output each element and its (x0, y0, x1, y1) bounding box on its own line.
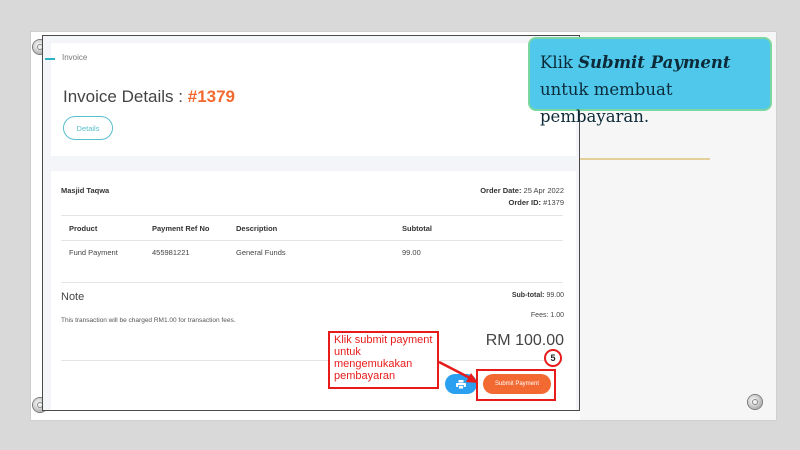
cell-description: General Funds (236, 248, 286, 257)
page-title-prefix: Invoice Details : (63, 87, 188, 106)
divider (61, 282, 563, 283)
cell-product: Fund Payment (69, 248, 118, 257)
column-header-product: Product (69, 224, 98, 233)
divider (61, 360, 563, 361)
invoice-header-card: Invoice Invoice Details : #1379 Details (45, 43, 576, 156)
highlight-box (476, 369, 556, 401)
organization-name: Masjid Taqwa (61, 186, 110, 195)
subtotal-value: 99.00 (546, 292, 564, 299)
order-id: Order ID: #1379 (509, 198, 564, 207)
decorative-line (580, 158, 710, 160)
invoice-screenshot: Invoice Invoice Details : #1379 Details … (42, 35, 580, 411)
order-date-label: Order Date: (480, 186, 522, 195)
tip-prefix: Klik (540, 53, 579, 72)
fees-value: 1.00 (550, 312, 564, 319)
pin-icon (748, 395, 762, 409)
note-text: This transaction will be charged RM1.00 … (61, 317, 236, 324)
breadcrumb-marker (45, 58, 55, 60)
column-header-payment-ref: Payment Ref No (152, 224, 210, 233)
invoice-number: #1379 (187, 87, 236, 106)
grand-total: RM 100.00 (485, 332, 564, 349)
divider (61, 240, 563, 241)
column-header-subtotal: Subtotal (402, 224, 432, 233)
note-title: Note (61, 291, 85, 303)
instruction-tip: Klik Submit Payment untuk membuat pembay… (528, 37, 772, 126)
order-date: Order Date: 25 Apr 2022 (480, 186, 564, 195)
fees: Fees: 1.00 (531, 312, 564, 319)
annotation-callout: Klik submit payment untuk mengemukakan p… (328, 331, 439, 389)
page-title: Invoice Details : #1379 (63, 87, 235, 107)
print-icon (456, 379, 466, 389)
subtotal: Sub-total: 99.00 (512, 292, 564, 299)
cell-subtotal: 99.00 (402, 248, 421, 257)
column-header-description: Description (236, 224, 278, 233)
order-id-label: Order ID: (508, 198, 542, 207)
cell-payment-ref: 455981221 (152, 248, 190, 257)
divider (61, 215, 563, 216)
subtotal-label: Sub-total: (511, 292, 545, 299)
breadcrumb[interactable]: Invoice (62, 53, 87, 62)
order-date-value: 25 Apr 2022 (523, 186, 564, 195)
tip-emphasis: Submit Payment (578, 53, 731, 72)
step-number-badge: 5 (544, 349, 562, 367)
print-button[interactable] (445, 374, 477, 394)
details-button[interactable]: Details (63, 116, 113, 140)
fees-label: Fees: (530, 312, 549, 319)
order-id-value: #1379 (543, 198, 564, 207)
